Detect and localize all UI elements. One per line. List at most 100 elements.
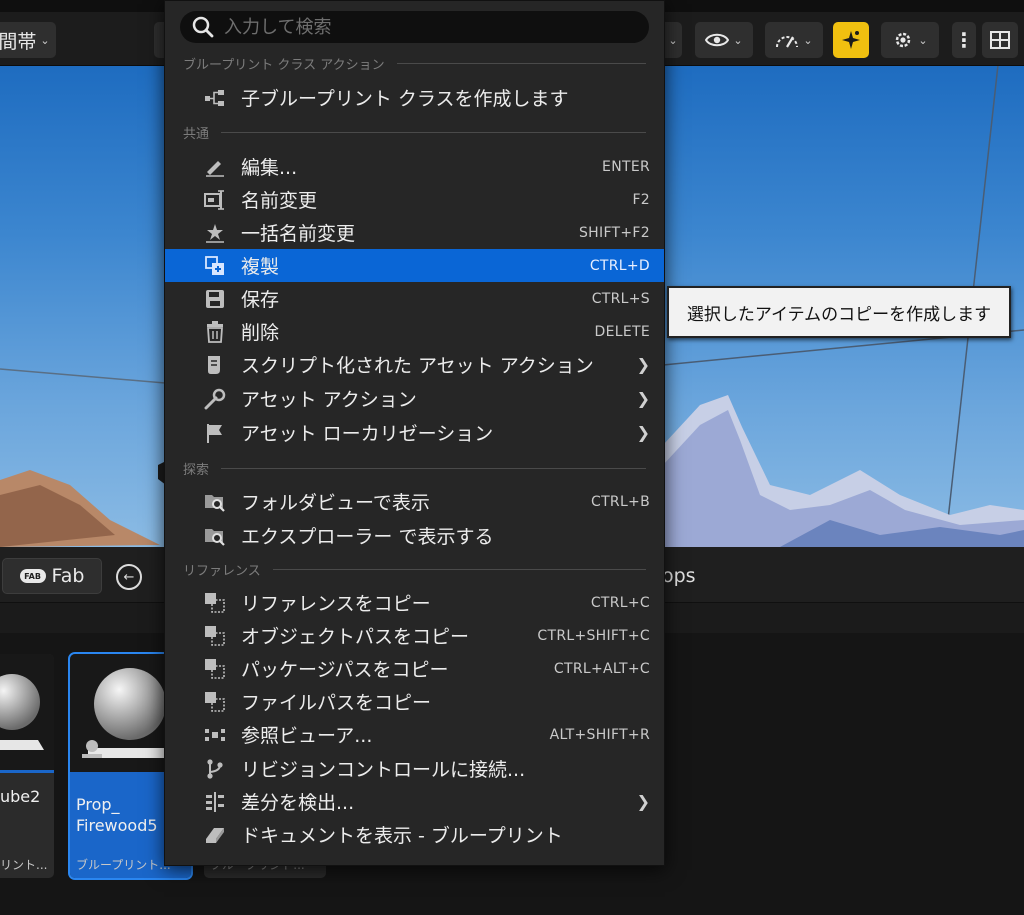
menu-item-show-in-explorer[interactable]: エクスプローラー で表示する	[165, 519, 664, 552]
folder-search-icon	[203, 524, 227, 548]
time-of-day-dropdown[interactable]: 間帯 ⌄	[0, 22, 56, 58]
pencil-icon	[203, 155, 227, 179]
folder-path[interactable]: ops	[662, 565, 696, 587]
rename-icon	[203, 188, 227, 212]
menu-item-label: 参照ビューア...	[241, 725, 373, 747]
asset-type-bar	[0, 770, 54, 773]
chevron-right-icon: ❯	[636, 389, 650, 408]
menu-item-copy-object-path[interactable]: オブジェクトパスをコピー CTRL+SHIFT+C	[165, 619, 664, 652]
menu-item-label: リビジョンコントロールに接続...	[241, 759, 526, 781]
menu-item-shortcut: CTRL+B	[591, 493, 650, 510]
asset-card[interactable]: ube2 リント...	[0, 654, 54, 878]
fab-button[interactable]: FAB Fab	[2, 558, 102, 594]
section-header-common: 共通	[183, 122, 646, 142]
duplicate-tooltip: 選択したアイテムのコピーを作成します	[667, 286, 1011, 338]
diff-icon	[203, 790, 227, 814]
chevron-down-icon: ⌄	[668, 33, 678, 47]
menu-item-label: アセット ローカリゼーション	[241, 423, 494, 445]
chevron-down-icon: ⌄	[803, 33, 813, 47]
section-header-explore: 探索	[183, 458, 646, 478]
copy-icon	[203, 690, 227, 714]
scalability-button[interactable]: ⌄	[765, 22, 823, 58]
menu-item-label: ファイルパスをコピー	[241, 692, 432, 714]
menu-item-label: オブジェクトパスをコピー	[241, 626, 470, 648]
menu-item-reference-viewer[interactable]: 参照ビューア... ALT+SHIFT+R	[165, 718, 664, 751]
menu-item-copy-package-path[interactable]: パッケージパスをコピー CTRL+ALT+C	[165, 652, 664, 685]
arrow-left-icon: ←	[123, 569, 135, 585]
section-header-references: リファレンス	[183, 559, 646, 579]
menu-item-label: スクリプト化された アセット アクション	[241, 355, 594, 377]
gear-icon	[896, 32, 911, 48]
flag-icon	[203, 421, 227, 445]
menu-item-edit[interactable]: 編集... ENTER	[165, 150, 664, 183]
save-icon	[203, 287, 227, 311]
menu-search-input[interactable]	[222, 15, 646, 39]
menu-item-shortcut: CTRL+C	[590, 594, 650, 611]
menu-item-label: 一括名前変更	[241, 223, 356, 245]
tooltip-text: 選択したアイテムのコピーを作成します	[686, 304, 992, 325]
menu-item-asset-actions[interactable]: アセット アクション ❯	[165, 382, 664, 415]
menu-item-label: 差分を検出...	[241, 792, 355, 814]
section-header-class-actions: ブループリント クラス アクション	[183, 53, 646, 73]
menu-item-rename[interactable]: 名前変更 F2	[165, 183, 664, 216]
menu-item-save[interactable]: 保存 CTRL+S	[165, 282, 664, 315]
settings-button[interactable]: ⌄	[881, 22, 939, 58]
menu-item-diff[interactable]: 差分を検出... ❯	[165, 785, 664, 818]
menu-item-shortcut: DELETE	[594, 323, 650, 340]
context-menu: ブループリント クラス アクション 子ブループリント クラスを作成します 共通 …	[164, 0, 665, 866]
bulk-rename-icon	[203, 221, 227, 245]
menu-item-shortcut: CTRL+SHIFT+C	[537, 627, 650, 644]
section-label: ブループリント クラス アクション	[183, 57, 385, 73]
menu-item-create-child-class[interactable]: 子ブループリント クラスを作成します	[165, 81, 664, 114]
menu-item-shortcut: ALT+SHIFT+R	[549, 726, 650, 743]
menu-item-label: リファレンスをコピー	[241, 593, 431, 615]
menu-item-duplicate[interactable]: 複製 CTRL+D	[165, 249, 664, 282]
chevron-down-icon: ⌄	[40, 33, 50, 47]
menu-item-label: 削除	[241, 322, 280, 344]
layout-button[interactable]	[982, 22, 1018, 58]
menu-item-scripted-actions[interactable]: スクリプト化された アセット アクション ❯	[165, 348, 664, 381]
menu-item-label: 複製	[241, 256, 280, 278]
chevron-right-icon: ❯	[636, 792, 650, 811]
menu-item-shortcut: CTRL+ALT+C	[553, 660, 650, 677]
copy-icon	[203, 591, 227, 615]
chevron-down-icon: ⌄	[918, 33, 928, 47]
script-icon	[203, 353, 227, 377]
menu-item-bulk-rename[interactable]: 一括名前変更 SHIFT+F2	[165, 216, 664, 249]
menu-item-copy-reference[interactable]: リファレンスをコピー CTRL+C	[165, 586, 664, 619]
menu-item-label: 編集...	[241, 157, 298, 179]
menu-item-shortcut: SHIFT+F2	[579, 224, 650, 241]
sparkle-icon	[842, 31, 860, 49]
duplicate-icon	[203, 254, 227, 278]
realtime-button[interactable]	[833, 22, 869, 58]
menu-item-view-documentation[interactable]: ドキュメントを表示 - ブループリント	[165, 818, 664, 851]
menu-item-delete[interactable]: 削除 DELETE	[165, 315, 664, 348]
show-flags-button[interactable]: ⌄	[695, 22, 753, 58]
chevron-right-icon: ❯	[636, 423, 650, 442]
menu-item-source-control[interactable]: リビジョンコントロールに接続...	[165, 752, 664, 785]
menu-item-show-in-folder[interactable]: フォルダビューで表示 CTRL+B	[165, 485, 664, 518]
menu-item-label: パッケージパスをコピー	[241, 659, 449, 681]
folder-search-icon	[203, 490, 227, 514]
menu-search-box[interactable]	[180, 11, 649, 43]
menu-item-label: アセット アクション	[241, 389, 417, 411]
section-label: リファレンス	[183, 563, 261, 579]
layout-grid-icon	[990, 31, 1010, 49]
menu-item-shortcut: CTRL+D	[589, 257, 650, 274]
menu-item-shortcut: ENTER	[602, 158, 650, 175]
menu-item-asset-localization[interactable]: アセット ローカリゼーション ❯	[165, 416, 664, 449]
wrench-icon	[203, 387, 227, 411]
menu-item-label: ドキュメントを表示 - ブループリント	[241, 825, 563, 847]
menu-item-copy-file-path[interactable]: ファイルパスをコピー	[165, 685, 664, 718]
asset-name: ube2	[0, 787, 41, 806]
asset-type: リント...	[0, 858, 48, 872]
section-label: 共通	[183, 126, 210, 142]
fab-logo-icon: FAB	[19, 569, 46, 583]
chevron-down-icon: ⌄	[733, 33, 743, 47]
more-options-button[interactable]: ⋮	[952, 22, 976, 58]
eraser-docs-icon	[203, 823, 227, 847]
chevron-right-icon: ❯	[636, 355, 650, 374]
back-button[interactable]: ←	[116, 564, 142, 590]
sphere-thumbnail-icon	[0, 674, 44, 750]
fab-label: Fab	[51, 565, 85, 587]
